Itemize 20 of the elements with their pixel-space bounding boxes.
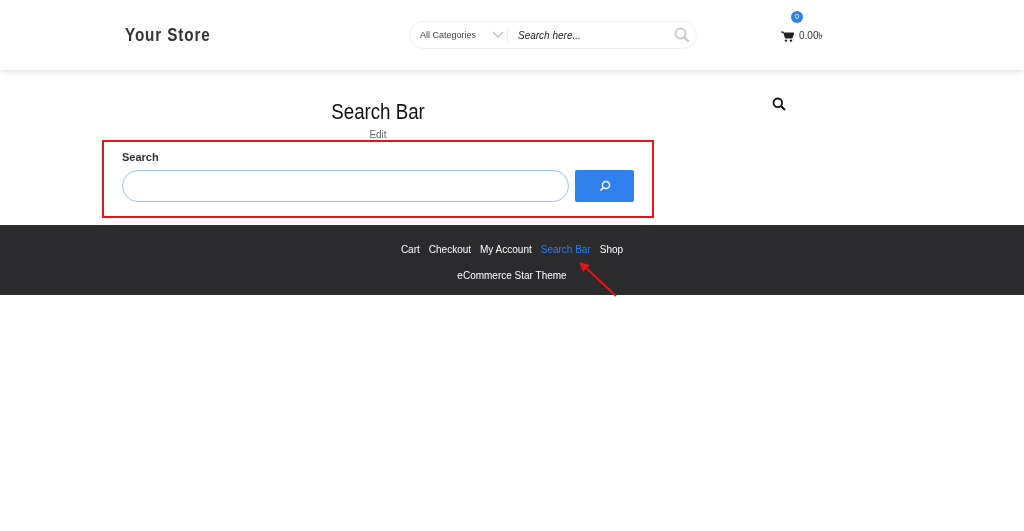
footer-link[interactable]: Cart: [400, 244, 420, 255]
search-icon[interactable]: [772, 97, 786, 111]
annotation-arrow: [578, 261, 618, 297]
footer-credit: eCommerce Star Theme: [457, 270, 567, 281]
edit-link[interactable]: Edit: [369, 129, 387, 140]
category-select[interactable]: All Categories: [410, 27, 508, 43]
search-input[interactable]: Search here...: [516, 28, 670, 42]
footer-link[interactable]: Checkout: [428, 244, 472, 255]
search-label: Search: [122, 151, 160, 163]
cart-total: 0.00৳: [799, 28, 824, 43]
footer-link[interactable]: My Account: [480, 244, 532, 255]
search-field[interactable]: [122, 170, 569, 202]
page-title: Search Bar: [331, 99, 425, 125]
footer-link[interactable]: Shop: [599, 244, 624, 255]
search-button[interactable]: [575, 170, 634, 202]
store-logo[interactable]: Your Store: [125, 24, 367, 46]
footer-link[interactable]: Search Bar: [540, 244, 591, 255]
cart-icon[interactable]: [781, 30, 794, 42]
search-icon: [598, 180, 611, 192]
chevron-icon: [492, 31, 505, 39]
